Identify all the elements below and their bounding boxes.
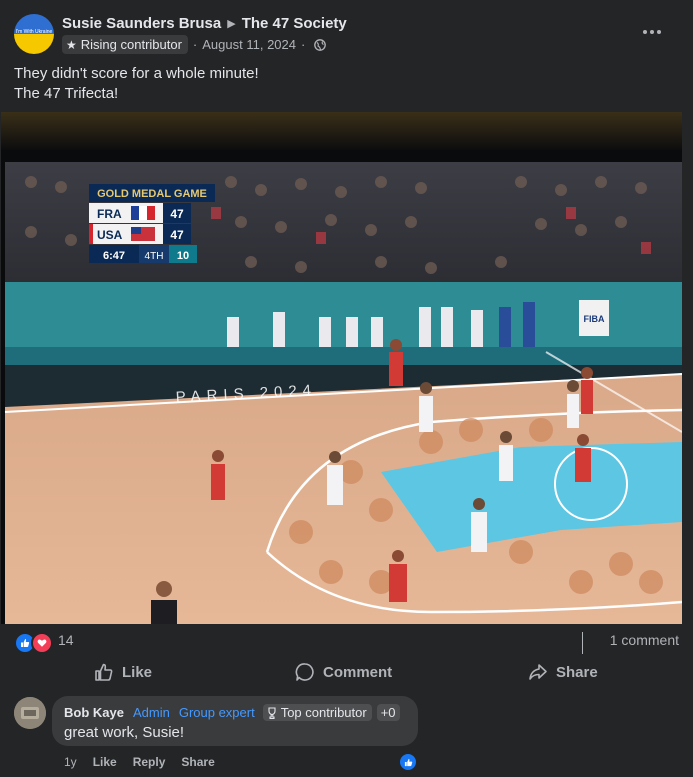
post-photo[interactable]: PARIS 2024 FIBA GOLD MEDAL GAME FRA 47 U…	[1, 112, 682, 624]
comment-count[interactable]: 1 comment	[610, 632, 679, 648]
post-meta: ★ Rising contributor · August 11, 2024 ·	[62, 35, 327, 54]
comment-header: Bob Kaye Admin Group expert Top contribu…	[64, 704, 400, 721]
comment-meta: 1y Like Reply Share	[64, 755, 231, 769]
admin-badge[interactable]: Admin	[133, 705, 170, 720]
comment-label: Comment	[323, 663, 393, 681]
share-icon	[529, 664, 547, 680]
comment-share-button[interactable]: Share	[181, 755, 214, 769]
reactions-summary: 14 1 comment	[14, 630, 679, 654]
period: 4TH	[145, 251, 164, 262]
trophy-icon	[268, 706, 276, 719]
shot-clock: 10	[177, 250, 189, 262]
separator-dot: ·	[192, 37, 198, 52]
post-date[interactable]: August 11, 2024	[202, 37, 296, 52]
game-clock: 6:47	[103, 250, 125, 262]
like-icon	[95, 663, 113, 681]
comment-like-reaction-icon[interactable]	[398, 752, 418, 772]
more-options-button[interactable]	[638, 20, 666, 44]
post-card: I'm With Ukraine Susie Saunders Brusa ▶ Th…	[0, 0, 693, 777]
badge-overflow[interactable]: +0	[376, 704, 400, 721]
rising-contributor-badge[interactable]: ★ Rising contributor	[62, 35, 188, 54]
avatar-text: I'm With Ukraine	[16, 29, 53, 35]
group-expert-badge[interactable]: Group expert	[179, 705, 255, 720]
comment-icon	[295, 663, 314, 681]
commenter-name[interactable]: Bob Kaye	[64, 705, 124, 720]
comment-text: great work, Susie!	[64, 724, 185, 741]
post-text-line: The 47 Trifecta!	[14, 85, 119, 102]
globe-icon	[314, 38, 327, 51]
commenter-avatar[interactable]	[14, 697, 46, 729]
share-label: Share	[556, 663, 598, 681]
author-avatar[interactable]: I'm With Ukraine	[14, 14, 54, 54]
team1-score: 47	[170, 207, 184, 221]
comment-reply-button[interactable]: Reply	[133, 755, 166, 769]
badge-label: Rising contributor	[80, 37, 182, 52]
like-button[interactable]: Like	[94, 654, 152, 690]
comment-bubble: Bob Kaye Admin Group expert Top contribu…	[52, 696, 418, 746]
reaction-count[interactable]: 14	[58, 632, 74, 648]
top-contributor-label: Top contributor	[280, 705, 367, 720]
group-name[interactable]: The 47 Society	[242, 15, 347, 32]
share-button[interactable]: Share	[528, 654, 598, 690]
arrow-right-icon: ▶	[227, 18, 236, 30]
more-icon	[643, 30, 647, 34]
author-name[interactable]: Susie Saunders Brusa	[62, 15, 221, 32]
top-contributor-badge[interactable]: Top contributor	[262, 704, 372, 721]
comment-age[interactable]: 1y	[64, 755, 77, 769]
reaction-icons[interactable]	[14, 632, 53, 654]
post-header-title: Susie Saunders Brusa ▶ The 47 Society	[62, 15, 347, 32]
team2-name: USA	[97, 228, 123, 242]
team1-name: FRA	[97, 207, 122, 221]
like-label: Like	[122, 663, 153, 681]
post-text-line: They didn't score for a whole minute!	[14, 65, 259, 82]
fiba-logo: FIBA	[584, 314, 605, 324]
separator-dot: ·	[301, 37, 306, 52]
love-reaction-icon	[31, 632, 53, 654]
divider	[582, 632, 583, 654]
team2-score: 47	[170, 228, 184, 242]
comment-like-button[interactable]: Like	[93, 755, 117, 769]
post-text: They didn't score for a whole minute! Th…	[14, 64, 259, 104]
star-icon: ★	[66, 37, 77, 52]
comment-button[interactable]: Comment	[295, 654, 392, 690]
scoreboard-title: GOLD MEDAL GAME	[97, 188, 207, 200]
action-bar: Like Comment Share	[0, 654, 693, 690]
